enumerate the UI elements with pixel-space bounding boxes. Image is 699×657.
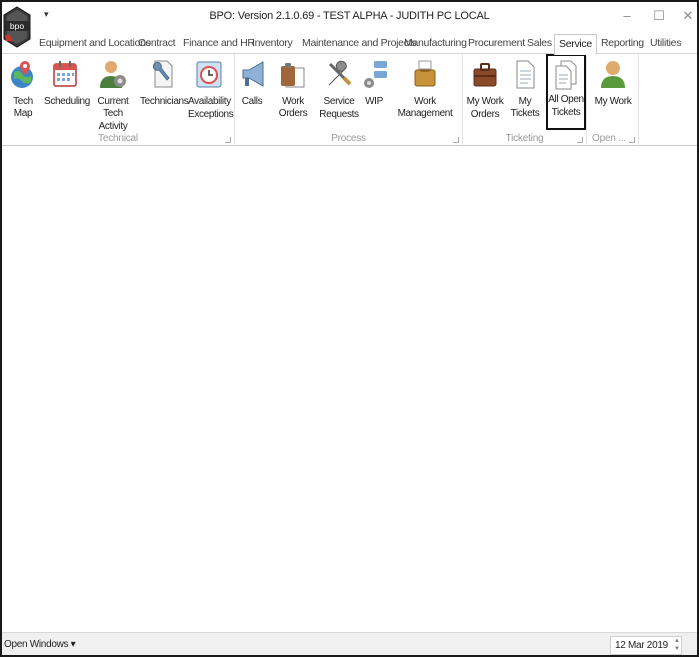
app-logo-icon[interactable]: bpo [2, 5, 32, 53]
date-field[interactable]: 12 Mar 2019 [610, 636, 682, 655]
availability-exceptions-label-1: Availability [188, 96, 231, 107]
process-group-launcher[interactable] [453, 137, 459, 143]
work-management-button[interactable]: Work Management [391, 56, 459, 128]
wip-label: WIP [365, 96, 383, 107]
clipboard-icon [281, 63, 305, 88]
tab-contract[interactable]: Contract [138, 36, 176, 54]
technicians-label: Technicians [140, 96, 189, 107]
tab-reporting[interactable]: Reporting [601, 36, 644, 54]
ribbon: Tech Map Scheduling Current Tech Activit… [2, 53, 697, 146]
current-tech-activity-label-2: Activity [98, 121, 128, 132]
service-requests-button[interactable]: Service Requests [319, 56, 359, 128]
app-logo-text: bpo [10, 21, 24, 31]
scheduling-label: Scheduling [44, 96, 90, 107]
window-title: BPO: Version 2.1.0.69 - TEST ALPHA - JUD… [209, 10, 490, 22]
all-open-tickets-label-2: Tickets [551, 107, 581, 118]
group-label-process: Process [331, 133, 366, 144]
documents-icon [555, 60, 577, 90]
technical-group-launcher[interactable] [225, 137, 231, 143]
workflow-icon [364, 61, 387, 88]
briefcase-clipboard-icon [414, 60, 436, 87]
date-spinner[interactable]: ▲ ▼ [674, 637, 680, 653]
tab-finance-and-hr[interactable]: Finance and HR [183, 36, 255, 54]
tab-equipment-and-locations[interactable]: Equipment and Locations [39, 36, 151, 54]
app-window: bpo ▾ BPO: Version 2.1.0.69 - TEST ALPHA… [0, 0, 699, 657]
ribbon-tabs: Equipment and Locations Contract Finance… [2, 32, 697, 55]
ribbon-group-ticketing: My Work Orders My Tickets All Open Ticke… [463, 54, 587, 146]
close-button[interactable]: ✕ [677, 6, 697, 26]
document-icon [516, 60, 535, 89]
tools-icon [328, 60, 352, 86]
work-orders-label: Work Orders [278, 96, 308, 119]
globe-pin-icon [11, 61, 33, 88]
calls-label: Calls [241, 96, 263, 107]
service-requests-label-2: Requests [319, 109, 359, 120]
spin-down-icon[interactable]: ▼ [674, 645, 680, 653]
tab-utilities[interactable]: Utilities [650, 36, 681, 54]
user-icon [601, 61, 625, 88]
wip-button[interactable]: WIP [361, 56, 387, 128]
availability-exceptions-button[interactable]: Availability Exceptions [188, 56, 234, 128]
tab-sales[interactable]: Sales [527, 36, 552, 54]
maximize-button[interactable]: ☐ [648, 6, 670, 26]
status-bar: Open Windows ▾ 12 Mar 2019 ▲ ▼ [2, 632, 697, 655]
ticketing-group-launcher[interactable] [577, 137, 583, 143]
availability-exceptions-label-2: Exceptions [188, 109, 234, 120]
tech-map-label: Tech Map [13, 96, 33, 119]
wrench-document-icon [152, 60, 173, 88]
my-work-label: My Work [594, 96, 632, 107]
all-open-tickets-label-1: All Open [548, 94, 584, 105]
current-tech-activity-button[interactable]: Current Tech Activity [88, 56, 138, 132]
title-bar: bpo ▾ BPO: Version 2.1.0.69 - TEST ALPHA… [2, 2, 697, 48]
tab-manufacturing[interactable]: Manufacturing [404, 36, 467, 54]
group-label-ticketing: Ticketing [505, 133, 544, 144]
open-group-launcher[interactable] [629, 137, 635, 143]
ribbon-group-technical: Tech Map Scheduling Current Tech Activit… [2, 54, 235, 146]
work-management-label: Work Management [397, 96, 453, 119]
open-windows-dropdown[interactable]: Open Windows ▾ [4, 639, 76, 650]
calendar-icon [53, 61, 77, 87]
calls-button[interactable]: Calls [239, 56, 265, 128]
spin-up-icon[interactable]: ▲ [674, 637, 680, 645]
scheduling-button[interactable]: Scheduling [44, 56, 90, 128]
all-open-tickets-button[interactable]: All Open Tickets [546, 54, 586, 130]
main-workspace [2, 146, 697, 632]
my-tickets-button[interactable]: My Tickets [505, 56, 545, 128]
megaphone-icon [242, 61, 264, 87]
tab-inventory[interactable]: Inventory [252, 36, 293, 54]
tab-service[interactable]: Service [554, 34, 597, 55]
current-tech-activity-label-1: Current Tech [97, 96, 129, 119]
person-gear-icon [100, 61, 126, 88]
minimize-button[interactable]: – [616, 6, 638, 26]
service-requests-label-1: Service [323, 96, 355, 107]
my-work-button[interactable]: My Work [591, 56, 635, 128]
technicians-button[interactable]: Technicians [140, 56, 189, 128]
ribbon-group-process: Calls Work Orders Service Requests WIP W… [235, 54, 463, 146]
tab-procurement[interactable]: Procurement [468, 36, 525, 54]
work-orders-button[interactable]: Work Orders [269, 56, 317, 128]
tech-map-button[interactable]: Tech Map [4, 56, 42, 128]
my-work-orders-label-2: Orders [470, 109, 500, 120]
my-work-orders-button[interactable]: My Work Orders [466, 56, 504, 128]
clock-calendar-icon [196, 61, 222, 88]
my-work-orders-label-1: My Work [466, 96, 504, 107]
tab-maintenance-and-projects[interactable]: Maintenance and Projects [302, 36, 417, 54]
ribbon-group-open: My Work Open ... [587, 54, 639, 146]
briefcase-icon [473, 63, 497, 87]
group-label-technical: Technical [98, 133, 138, 144]
my-tickets-label: My Tickets [510, 96, 540, 119]
